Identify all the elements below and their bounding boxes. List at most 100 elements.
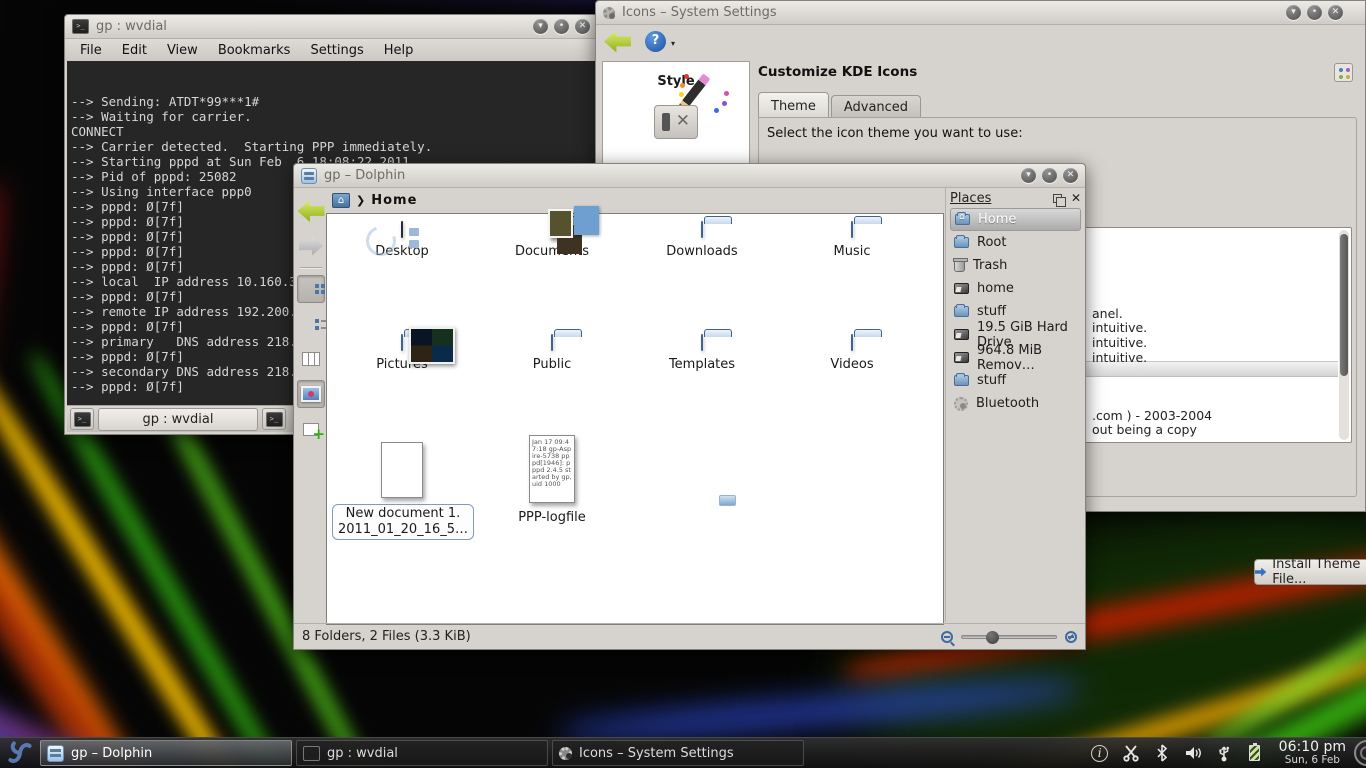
- overview-grid-icon[interactable]: [1334, 63, 1353, 82]
- place-item[interactable]: home: [950, 277, 1081, 300]
- forward-arrow-icon: [299, 237, 323, 256]
- breadcrumb-home[interactable]: Home: [371, 193, 417, 208]
- maximize-button[interactable]: •: [1307, 5, 1322, 20]
- menu-item[interactable]: View: [167, 43, 198, 58]
- close-panel-icon[interactable]: ✕: [1071, 191, 1081, 205]
- folder-item[interactable]: Downloads: [632, 222, 772, 259]
- folder-icon: [401, 221, 403, 238]
- maximize-button[interactable]: •: [1042, 168, 1057, 183]
- menu-item[interactable]: Settings: [310, 43, 363, 58]
- document-file-icon: [381, 442, 423, 498]
- icon-theme-prompt: Select the icon theme you want to use:: [767, 126, 1023, 141]
- settings-toolbar: ?: [596, 25, 1365, 58]
- taskbar-task-button[interactable]: ​ Icons – System Settings: [552, 740, 804, 766]
- minimize-button[interactable]: ▾: [1286, 5, 1301, 20]
- zoom-slider-knob[interactable]: [986, 631, 999, 644]
- details-view-button[interactable]: [297, 310, 325, 338]
- theme-description-fragment: anel.: [1092, 306, 1123, 321]
- settings-tabs: ThemeAdvanced: [758, 92, 923, 117]
- folder-item[interactable]: Templates: [632, 335, 772, 372]
- settings-tab[interactable]: Theme: [758, 92, 829, 117]
- split-tab-button[interactable]: >_: [262, 408, 286, 430]
- close-button[interactable]: ✕: [575, 19, 590, 34]
- taskbar-task-button[interactable]: ​ gp – Dolphin: [40, 740, 292, 766]
- zoom-in-icon[interactable]: [1065, 631, 1077, 643]
- panel-splitter[interactable]: [945, 188, 946, 622]
- close-button[interactable]: ✕: [1328, 5, 1343, 20]
- back-button[interactable]: [297, 197, 325, 225]
- zoom-slider[interactable]: [961, 635, 1057, 639]
- dolphin-titlebar[interactable]: gp – Dolphin ▾ • ✕: [294, 164, 1085, 188]
- taskbar-task-button[interactable]: ​ gp : wvdial: [296, 740, 548, 766]
- theme-list-scrollbar[interactable]: [1339, 230, 1349, 440]
- zoom-out-icon[interactable]: [941, 631, 953, 643]
- forward-button[interactable]: [297, 232, 325, 260]
- details-view-icon: [315, 319, 319, 323]
- places-title: Places: [950, 191, 991, 206]
- folder-item[interactable]: Pictures: [332, 335, 472, 372]
- folder-view[interactable]: Desktop Documents Downloads Music: [326, 213, 944, 625]
- folder-label: Public: [482, 357, 622, 372]
- bluetooth-icon[interactable]: [1152, 742, 1172, 764]
- terminal-tab[interactable]: gp : wvdial: [98, 408, 258, 431]
- file-item-ppp-logfile[interactable]: Jan 17 09:47:18 gp-Aspire-5738 pppd[1946…: [482, 435, 622, 525]
- minimize-button[interactable]: ▾: [533, 19, 548, 34]
- place-item[interactable]: Root: [950, 231, 1081, 254]
- folder-icon: [551, 334, 553, 351]
- places-list: Home Root Trash home: [950, 208, 1081, 415]
- undock-panel-icon[interactable]: [1053, 194, 1062, 203]
- preview-icon: [301, 386, 321, 402]
- info-icon[interactable]: i: [1090, 742, 1110, 764]
- file-item-new-document[interactable]: New document 1. 2011_01_20_16_5…: [332, 442, 472, 540]
- home-folder-icon[interactable]: ⌂: [332, 193, 350, 208]
- place-item[interactable]: 964.8 MiB Remov…: [950, 346, 1081, 369]
- folder-item[interactable]: Videos: [782, 335, 922, 372]
- menu-item[interactable]: Bookmarks: [218, 43, 291, 58]
- close-button[interactable]: ✕: [1063, 168, 1078, 183]
- place-item[interactable]: Trash: [950, 254, 1081, 277]
- menu-item[interactable]: Edit: [122, 43, 147, 58]
- usb-device-icon[interactable]: [1214, 742, 1234, 764]
- sidebar-item-style[interactable]: Style: [603, 62, 749, 139]
- klipper-scissors-icon[interactable]: [1121, 742, 1141, 764]
- preview-toggle-button[interactable]: [297, 380, 325, 408]
- columns-view-button[interactable]: [297, 345, 325, 373]
- breadcrumb: ⌂ ❯ Home: [328, 189, 421, 212]
- taskbar-clock[interactable]: 06:10 pm Sun, 6 Feb: [1271, 740, 1354, 767]
- folder-label: Desktop: [332, 244, 472, 259]
- place-item[interactable]: Bluetooth: [950, 392, 1081, 415]
- dolphin-window-title: gp – Dolphin: [324, 168, 405, 183]
- battery-icon[interactable]: [1245, 742, 1265, 764]
- ic-folder-icon: [954, 375, 969, 386]
- back-button[interactable]: [604, 31, 631, 53]
- folder-icon: [851, 334, 853, 351]
- install-theme-button[interactable]: Install Theme File...: [1254, 559, 1366, 585]
- folder-item[interactable]: Desktop: [332, 222, 472, 259]
- place-item[interactable]: Home: [950, 208, 1081, 231]
- folder-item[interactable]: Public: [482, 335, 622, 372]
- help-button[interactable]: ?: [645, 31, 666, 52]
- new-tab-button[interactable]: >_: [70, 408, 94, 430]
- folder-item[interactable]: Documents: [482, 222, 622, 259]
- theme-description-fragment: out being a copy: [1092, 422, 1197, 437]
- ic-drive-icon: [954, 352, 969, 363]
- advanced-tools-icon[interactable]: [654, 105, 698, 139]
- maximize-button[interactable]: •: [554, 19, 569, 34]
- icons-view-button[interactable]: [297, 275, 325, 303]
- terminal-icon: >_: [74, 412, 91, 427]
- settings-titlebar[interactable]: Icons – System Settings ▾ • ✕: [596, 1, 1365, 25]
- volume-icon[interactable]: [1183, 742, 1203, 764]
- terminal-titlebar[interactable]: >_ gp : wvdial ▾ • ✕: [65, 15, 597, 39]
- split-view-button[interactable]: [297, 415, 325, 443]
- stray-thumbnail-icon: [719, 495, 736, 506]
- folder-item[interactable]: Music: [782, 222, 922, 259]
- plasma-cashew-icon[interactable]: [1354, 740, 1366, 766]
- minimize-button[interactable]: ▾: [1021, 168, 1036, 183]
- app-launcher-button[interactable]: [2, 738, 38, 768]
- place-label: Bluetooth: [976, 396, 1039, 411]
- place-label: stuff: [977, 304, 1006, 319]
- menu-item[interactable]: Help: [384, 43, 414, 58]
- menu-item[interactable]: File: [80, 43, 102, 58]
- scrollbar-thumb[interactable]: [1340, 234, 1348, 376]
- ic-drive-icon: [954, 283, 969, 294]
